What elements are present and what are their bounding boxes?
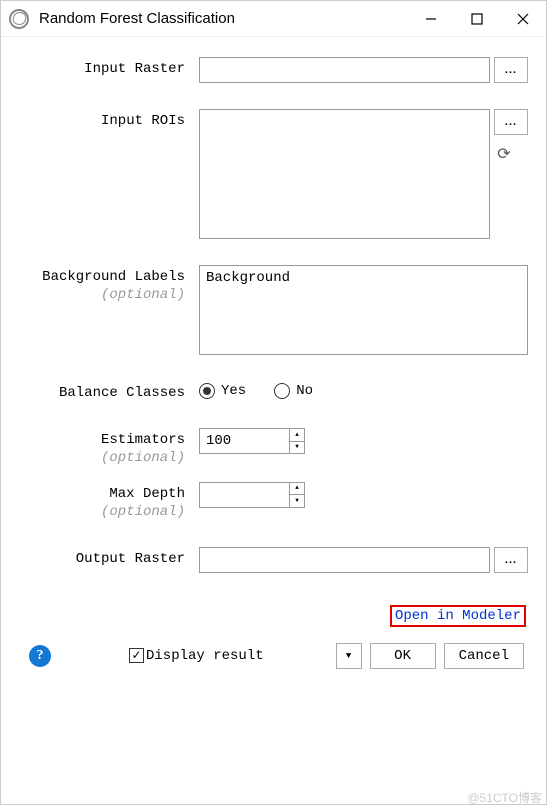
background-labels-field[interactable]: [199, 265, 528, 355]
background-labels-optional: (optional): [19, 286, 185, 304]
radio-icon: [199, 383, 215, 399]
maximize-button[interactable]: [454, 1, 500, 37]
display-result-checkbox[interactable]: ✓ Display result: [129, 648, 264, 664]
display-result-label: Display result: [146, 648, 264, 664]
form-content: Input Raster ... Input ROIs ... ⟳ Backgr…: [1, 37, 546, 804]
estimators-field[interactable]: [199, 428, 289, 454]
open-in-modeler-button[interactable]: Open in Modeler: [390, 605, 526, 627]
estimators-spin-up[interactable]: ▲: [289, 428, 305, 441]
checkbox-icon: ✓: [129, 648, 144, 663]
balance-classes-yes-option[interactable]: Yes: [199, 383, 246, 399]
max-depth-spin-up[interactable]: ▲: [289, 482, 305, 495]
close-button[interactable]: [500, 1, 546, 37]
background-labels-label: Background Labels: [42, 269, 185, 285]
ok-dropdown-button[interactable]: ▼: [336, 643, 362, 669]
input-rois-label: Input ROIs: [19, 109, 199, 130]
ok-button[interactable]: OK: [370, 643, 436, 669]
input-rois-browse-button[interactable]: ...: [494, 109, 528, 135]
estimators-optional: (optional): [19, 449, 185, 467]
estimators-label: Estimators: [101, 432, 185, 448]
titlebar: Random Forest Classification: [1, 1, 546, 37]
output-raster-field[interactable]: [199, 547, 490, 573]
max-depth-label: Max Depth: [109, 486, 185, 502]
output-raster-browse-button[interactable]: ...: [494, 547, 528, 573]
input-raster-field[interactable]: [199, 57, 490, 83]
max-depth-optional: (optional): [19, 503, 185, 521]
yes-label: Yes: [221, 383, 246, 399]
cancel-button[interactable]: Cancel: [444, 643, 524, 669]
balance-classes-no-option[interactable]: No: [274, 383, 313, 399]
input-rois-field[interactable]: [199, 109, 490, 239]
balance-classes-label: Balance Classes: [19, 381, 199, 402]
output-raster-label: Output Raster: [19, 547, 199, 568]
max-depth-field[interactable]: [199, 482, 289, 508]
radio-icon: [274, 383, 290, 399]
input-raster-browse-button[interactable]: ...: [494, 57, 528, 83]
no-label: No: [296, 383, 313, 399]
app-logo-icon: [9, 9, 29, 29]
max-depth-spin-down[interactable]: ▼: [289, 494, 305, 508]
minimize-button[interactable]: [408, 1, 454, 37]
footer: ? ✓ Display result ▼ OK Cancel: [19, 639, 528, 677]
estimators-spin-down[interactable]: ▼: [289, 441, 305, 455]
help-icon[interactable]: ?: [29, 645, 51, 667]
watermark: @51CTO博客: [467, 789, 542, 806]
input-raster-label: Input Raster: [19, 57, 199, 78]
window-title: Random Forest Classification: [39, 10, 408, 27]
refresh-icon[interactable]: ⟳: [494, 145, 514, 163]
